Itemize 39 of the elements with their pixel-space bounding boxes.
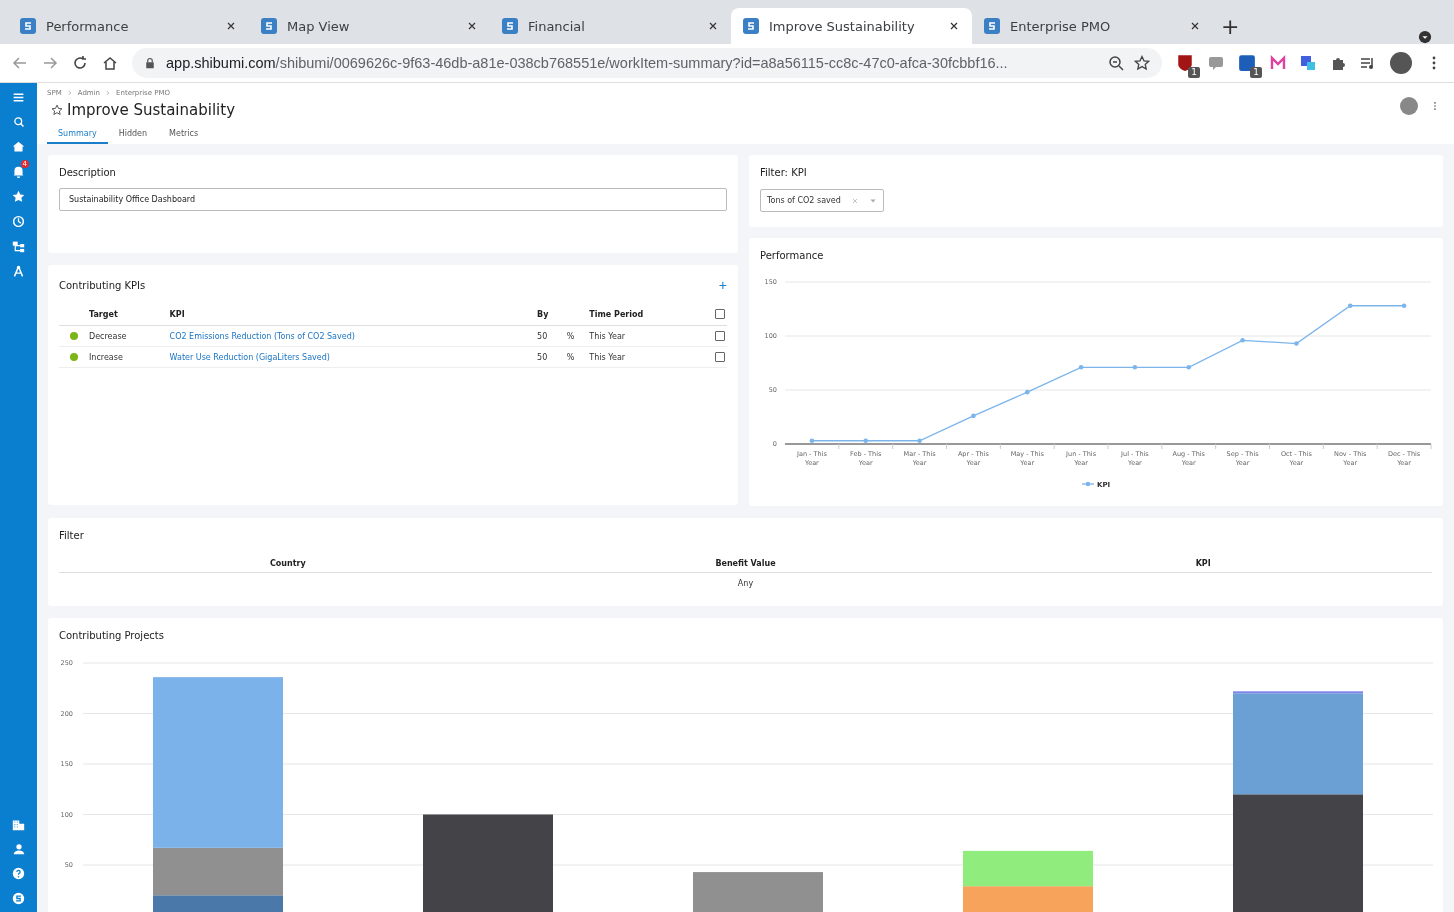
table-cell: This Year [587,325,700,347]
card-title: Contributing KPIs [59,279,146,291]
extension-badge: 1 [1250,67,1262,78]
page-tab[interactable]: Hidden [107,125,159,144]
add-button[interactable]: + [718,277,727,293]
column-header: Target [87,303,168,326]
card-title: Performance [760,250,825,261]
filter-value[interactable]: Any [737,579,754,588]
page-tab[interactable]: Summary [47,125,108,144]
column-header: Benefit Value [715,559,776,568]
browser-tab[interactable]: Enterprise PMO [972,8,1213,44]
page-tab[interactable]: Metrics [158,125,210,144]
table-cell: % [564,325,588,347]
table-cell: 50 [535,325,565,347]
page-title: Improve Sustainability [67,101,235,119]
table-cell: 50 [535,346,565,368]
card-title: Filter: KPI [760,167,808,178]
browser-tab[interactable]: Map View [249,8,490,44]
browser-tab[interactable]: Improve Sustainability [731,8,972,44]
table-cell: % [564,346,588,368]
new-tab-button[interactable]: + [1213,8,1248,44]
browser-tab[interactable]: Performance [8,8,249,44]
card-title: Filter [59,530,85,541]
column-header: KPI [1195,559,1211,568]
card-title: Contributing Projects [59,630,165,641]
address-bar[interactable]: app.shibumi.com/shibumi/0069626c-9f63-46db-a81e-038cb768551e/workItem-summary?id=a8a56115-cc8c-47c0-afca-30fcbbf16... [132,48,1162,78]
kpi-link[interactable]: Water Use Reduction (GigaLiters Saved) [169,352,330,362]
table-cell: This Year [587,346,700,368]
table-cell: Decrease [87,325,168,347]
browser-tab[interactable]: Financial [490,8,731,44]
column-header: By [535,303,565,326]
extension-badge: 1 [1188,67,1200,78]
column-header: KPI [167,303,536,326]
column-header: Country [269,559,306,568]
description-field[interactable]: Sustainability Office Dashboard [59,188,727,211]
kpi-link[interactable]: CO2 Emissions Reduction (Tons of CO2 Saved) [169,331,355,341]
column-header: Time Period [587,303,700,326]
table-cell: Increase [87,346,168,368]
card-title: Description [59,167,117,178]
